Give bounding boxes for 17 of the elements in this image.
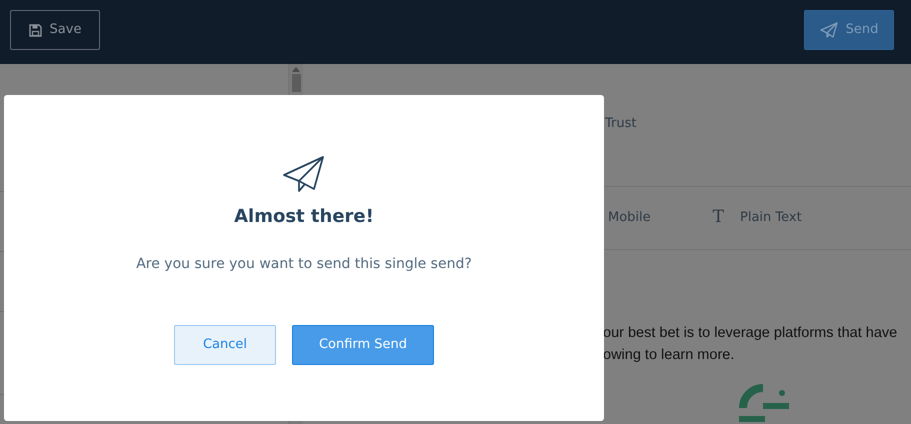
body-text-line: our best bet is to leverage platforms that have — [603, 324, 898, 343]
save-icon — [28, 24, 42, 36]
body-text-line: owing to learn more. — [603, 346, 736, 365]
cancel-button[interactable]: Cancel — [174, 325, 276, 365]
scroll-up-icon[interactable] — [292, 67, 300, 72]
save-button[interactable]: Save — [10, 10, 100, 50]
view-tab[interactable]: Plain Text — [740, 208, 802, 228]
sender-text: Trust — [605, 116, 636, 131]
paper-plane-icon — [820, 22, 838, 38]
paper-plane-icon — [283, 155, 325, 193]
view-tab[interactable]: Mobile — [608, 208, 651, 228]
scrollbar-thumb[interactable] — [292, 74, 300, 92]
dialog-title: Almost there! — [234, 205, 374, 229]
text-format-icon: T — [712, 205, 724, 231]
dialog-message: Are you sure you want to send this single send? — [136, 255, 472, 274]
confirm-button[interactable]: Confirm Send — [292, 325, 434, 365]
send-button[interactable]: Send — [804, 10, 894, 50]
